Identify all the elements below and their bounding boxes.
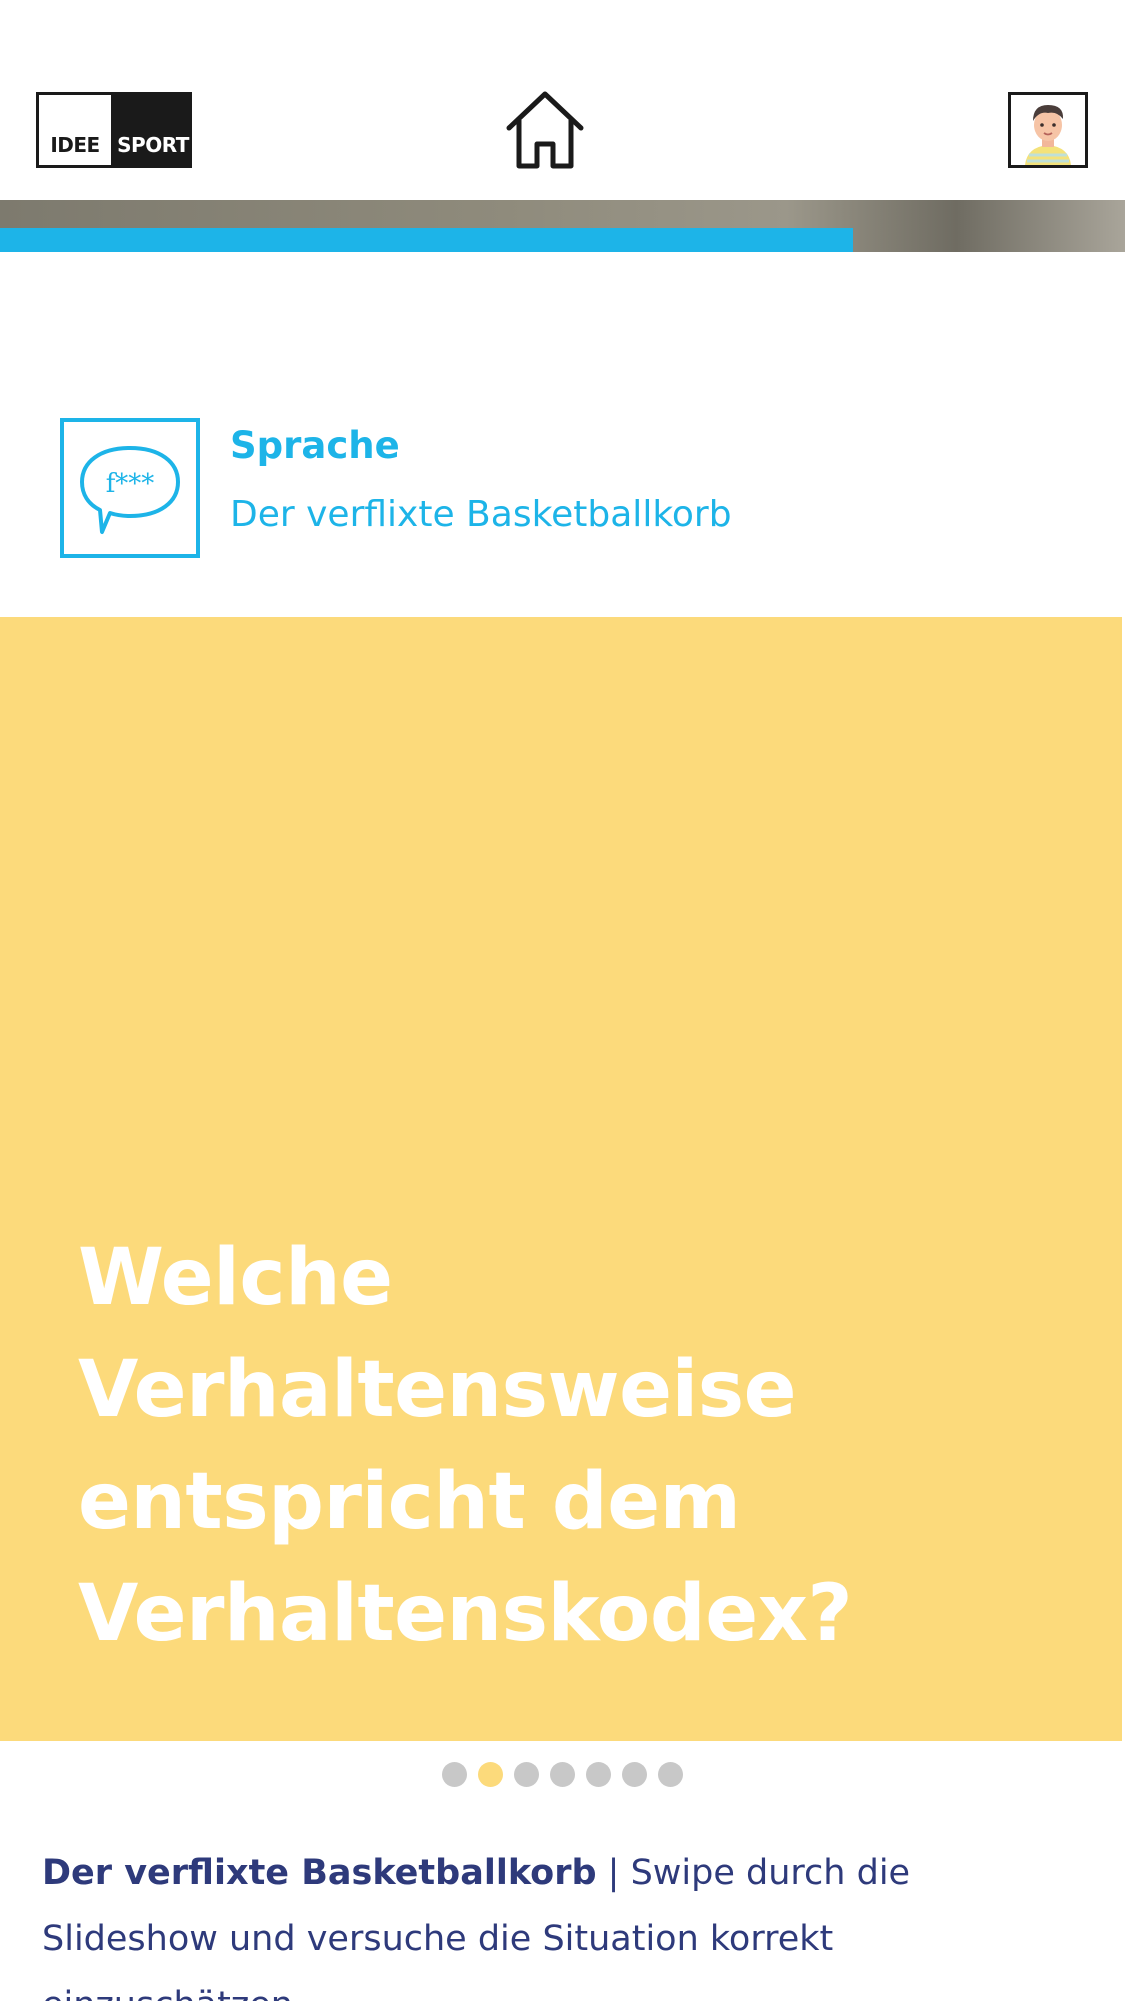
caption: Der verflixte Basketballkorb | Swipe dur… — [42, 1840, 1092, 2001]
question-line: Verhaltenskodex? — [78, 1569, 853, 1659]
question-line: Verhaltensweise — [78, 1345, 797, 1435]
slide-question: Welche Verhaltensweise entspricht dem Ve… — [78, 1222, 1038, 1670]
avatar-boy-icon — [1011, 95, 1085, 165]
topic-category: Sprache — [230, 424, 400, 467]
carousel-dot-2[interactable] — [478, 1762, 503, 1787]
caption-title: Der verflixte Basketballkorb — [42, 1853, 597, 1893]
topic-header: f*** Sprache Der verflixte Basketballkor… — [60, 418, 1060, 558]
topic-icon-text: f*** — [106, 469, 155, 499]
home-icon[interactable] — [503, 90, 587, 170]
carousel-dot-4[interactable] — [550, 1762, 575, 1787]
carousel-dot-3[interactable] — [514, 1762, 539, 1787]
caption-separator: | — [607, 1853, 620, 1893]
carousel-dot-7[interactable] — [658, 1762, 683, 1787]
logo-idee: IDEE — [36, 92, 114, 168]
question-line: entspricht dem — [78, 1457, 741, 1547]
idee-sport-logo[interactable]: IDEE SPORT — [36, 92, 192, 168]
question-line: Welche — [78, 1233, 393, 1323]
speech-bubble-censored-icon: f*** — [60, 418, 200, 558]
progress-fill — [0, 228, 853, 252]
carousel-dot-6[interactable] — [622, 1762, 647, 1787]
app-header: IDEE SPORT — [0, 0, 1125, 200]
topic-title: Der verflixte Basketballkorb — [230, 494, 732, 535]
progress-bar — [0, 228, 1125, 252]
screen: IDEE SPORT f*** Sprache Der verflixte Ba… — [0, 0, 1125, 2001]
logo-sport: SPORT — [114, 92, 192, 168]
carousel-dot-1[interactable] — [442, 1762, 467, 1787]
avatar-button[interactable] — [1008, 92, 1088, 168]
carousel-dot-5[interactable] — [586, 1762, 611, 1787]
carousel-dots — [0, 1762, 1125, 1790]
